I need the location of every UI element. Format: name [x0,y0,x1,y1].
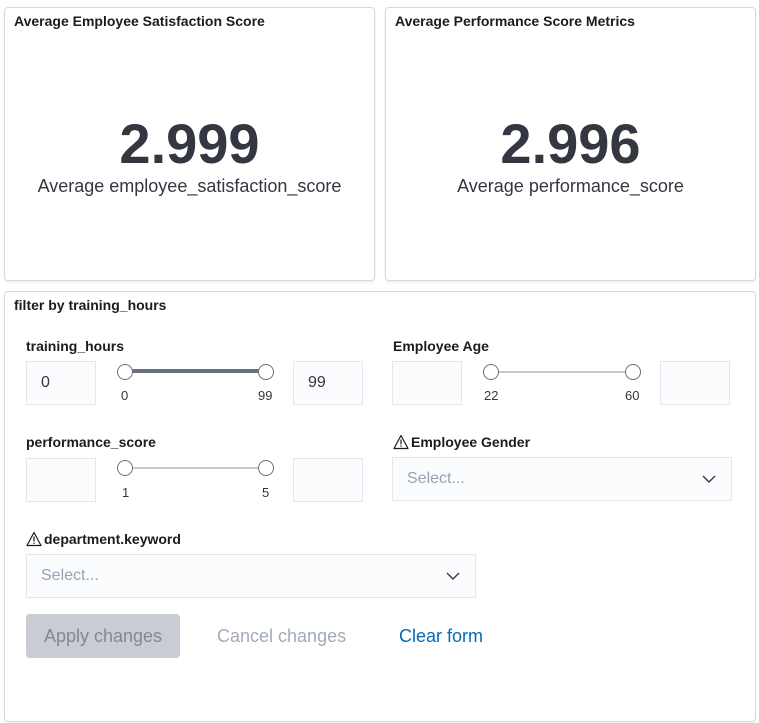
satisfaction-metric-panel: Average Employee Satisfaction Score 2.99… [4,7,375,281]
clear-form-button[interactable]: Clear form [399,614,483,658]
employee-age-label: Employee Age [393,338,489,354]
employee-age-max-handle[interactable] [625,364,641,380]
performance-score-min-handle[interactable] [117,460,133,476]
select-placeholder: Select... [407,470,465,487]
employee-age-slider-track[interactable] [491,371,632,373]
employee-age-min-input[interactable] [392,361,462,405]
warning-icon [26,531,42,547]
performance-score-label: performance_score [26,434,156,450]
training-hours-slider-track[interactable] [125,369,266,373]
department-label-text: department.keyword [44,531,181,547]
employee-age-max-input[interactable] [660,361,730,405]
employee-age-tick-min: 22 [484,388,499,403]
panel-title: Average Employee Satisfaction Score [14,13,265,29]
performance-score-max-input[interactable] [293,458,363,502]
department-label: department.keyword [26,531,181,547]
training-hours-label: training_hours [26,338,125,354]
performance-score-tick-min: 1 [122,485,130,500]
performance-score-slider-track[interactable] [125,467,266,469]
cancel-changes-button[interactable]: Cancel changes [217,614,346,658]
panel-title: filter by training_hours [14,297,167,313]
employee-gender-label-text: Employee Gender [411,434,531,450]
chevron-down-icon [446,572,460,580]
apply-changes-button[interactable]: Apply changes [26,614,180,658]
training-hours-min-input[interactable]: 0 [26,361,96,405]
performance-score-min-input[interactable] [26,458,96,502]
performance-score-max-handle[interactable] [258,460,274,476]
training-hours-max-input[interactable]: 99 [293,361,363,405]
metric-value: 2.996 [500,112,641,175]
department-select[interactable]: Select... [26,554,476,598]
training-hours-tick-min: 0 [121,388,129,403]
employee-gender-select[interactable]: Select... [392,457,732,501]
training-hours-tick-max: 99 [258,388,273,403]
metric-label: Average employee_satisfaction_score [37,176,342,196]
select-placeholder: Select... [41,567,99,584]
employee-gender-label: Employee Gender [393,434,530,450]
metric-value: 2.999 [119,112,260,175]
performance-score-tick-max: 5 [262,485,270,500]
employee-age-tick-max: 60 [625,388,640,403]
warning-icon [393,434,409,450]
chevron-down-icon [702,475,716,483]
panel-title: Average Performance Score Metrics [395,13,635,29]
metric-label: Average performance_score [457,176,684,196]
training-hours-min-handle[interactable] [117,364,133,380]
training-hours-max-handle[interactable] [258,364,274,380]
employee-age-min-handle[interactable] [483,364,499,380]
performance-metric-panel: Average Performance Score Metrics 2.996 … [385,7,756,281]
